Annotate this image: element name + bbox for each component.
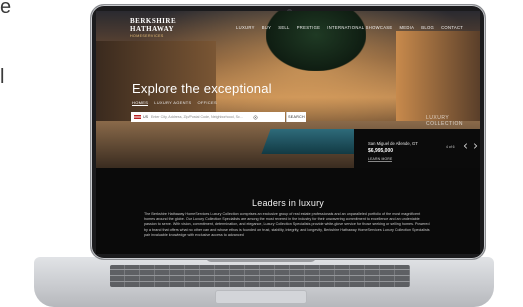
laptop-keyboard bbox=[110, 265, 410, 287]
leaders-body: The Berkshire Hathaway HomeServices Luxu… bbox=[144, 212, 430, 237]
brand-logo[interactable]: BERKSHIRE HATHAWAY HOMESERVICES bbox=[130, 17, 176, 38]
chevron-right-icon[interactable] bbox=[471, 142, 479, 150]
listing-pager: 4 of 6 bbox=[446, 145, 455, 149]
luxury-collection-watermark: LUXURY COLLECTION bbox=[426, 115, 463, 127]
leaders-section: Leaders in luxury The Berkshire Hathaway… bbox=[96, 168, 480, 254]
search-tabs: HOMES LUXURY AGENTS OFFICES bbox=[132, 100, 217, 106]
us-flag-icon[interactable] bbox=[134, 115, 141, 119]
leaders-title: Leaders in luxury bbox=[252, 198, 324, 208]
featured-listing-card[interactable]: San Miguel de Allende, GT $6,995,000 LEA… bbox=[354, 129, 480, 173]
laptop-trackpad bbox=[215, 290, 307, 304]
tab-homes[interactable]: HOMES bbox=[132, 100, 149, 106]
nav-item-international-showcase[interactable]: INTERNATIONAL SHOWCASE bbox=[327, 25, 392, 30]
tab-offices[interactable]: OFFICES bbox=[198, 100, 217, 106]
nav-item-blog[interactable]: BLOG bbox=[421, 25, 434, 30]
listing-location: San Miguel de Allende, GT bbox=[368, 141, 418, 146]
laptop-screen: BERKSHIRE HATHAWAY HOMESERVICES LUXURY B… bbox=[96, 11, 480, 254]
nav-item-buy[interactable]: BUY bbox=[262, 25, 272, 30]
nav-item-media[interactable]: MEDIA bbox=[400, 25, 415, 30]
hero-title: Explore the exceptional bbox=[132, 81, 272, 96]
logo-line-3: HOMESERVICES bbox=[130, 34, 164, 38]
main-nav: LUXURY BUY SELL PRESTIGE INTERNATIONAL S… bbox=[236, 25, 463, 30]
nav-item-luxury[interactable]: LUXURY bbox=[236, 25, 255, 30]
hero-photo-tree bbox=[266, 11, 366, 71]
chevron-left-icon[interactable] bbox=[462, 142, 470, 150]
nav-item-sell[interactable]: SELL bbox=[278, 25, 289, 30]
listing-price: $6,995,000 bbox=[368, 148, 394, 154]
search-input[interactable] bbox=[151, 115, 251, 119]
nav-item-prestige[interactable]: PRESTIGE bbox=[297, 25, 321, 30]
search-bar: US bbox=[131, 112, 285, 122]
country-select[interactable]: US bbox=[143, 115, 148, 119]
nav-item-contact[interactable]: CONTACT bbox=[441, 25, 463, 30]
tab-luxury-agents[interactable]: LUXURY AGENTS bbox=[154, 100, 191, 106]
logo-line-2: HATHAWAY bbox=[130, 25, 175, 33]
location-icon[interactable] bbox=[253, 115, 258, 120]
learn-more-link[interactable]: LEARN MORE bbox=[368, 157, 393, 162]
logo-line-1: BERKSHIRE bbox=[130, 17, 177, 25]
background-text-fragment: l bbox=[0, 66, 5, 88]
search-button[interactable]: SEARCH bbox=[286, 112, 306, 122]
background-heading-fragment: e bbox=[0, 0, 12, 18]
